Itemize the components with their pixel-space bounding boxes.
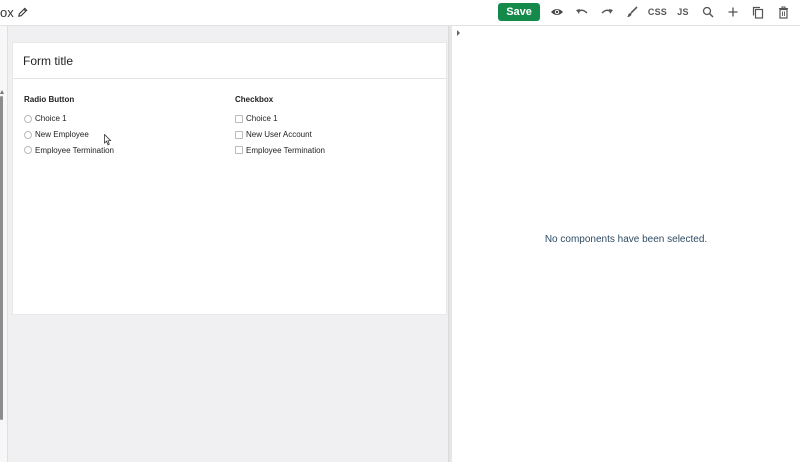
checkbox-option-label: Employee Termination [246, 145, 326, 155]
checkbox-option[interactable]: Employee Termination [235, 143, 325, 159]
checkbox-square-icon[interactable] [235, 146, 243, 155]
search-icon[interactable] [697, 3, 719, 21]
edit-icon[interactable] [17, 7, 28, 18]
form-title[interactable]: Form title [23, 54, 73, 68]
radio-option[interactable]: Employee Termination [24, 143, 114, 159]
checkbox-square-icon[interactable] [235, 130, 243, 139]
copy-icon[interactable] [747, 3, 769, 21]
radio-option-label: Employee Termination [35, 145, 115, 155]
radio-circle-icon[interactable] [24, 130, 32, 139]
plus-icon[interactable] [722, 3, 744, 21]
checkbox-square-icon[interactable] [235, 114, 243, 123]
radio-option[interactable]: Choice 1 [24, 111, 114, 127]
checkbox-option-label: New User Account [246, 130, 312, 140]
css-button[interactable]: CSS [646, 3, 669, 21]
collapse-panel-caret-icon[interactable] [457, 30, 460, 36]
js-button[interactable]: JS [672, 3, 694, 21]
undo-icon[interactable] [571, 3, 593, 21]
action-toolbar: Save CSS JS [498, 3, 794, 21]
top-toolbar: ox Save CSS JS [0, 0, 800, 26]
checkbox-group-heading: Checkbox [235, 95, 274, 104]
form-header: Form title [13, 43, 446, 79]
redo-icon[interactable] [596, 3, 618, 21]
brush-icon[interactable] [621, 3, 643, 21]
trash-icon[interactable] [772, 3, 794, 21]
radio-circle-icon[interactable] [24, 114, 32, 123]
save-button[interactable]: Save [498, 3, 540, 21]
radio-button-group[interactable]: Radio Button Choice 1 New Employee Emplo… [24, 95, 114, 158]
document-title: ox [0, 5, 14, 20]
checkbox-option[interactable]: Choice 1 [235, 111, 325, 127]
preview-eye-icon[interactable] [546, 3, 568, 21]
radio-option-label: New Employee [35, 130, 89, 140]
vertical-scrollbar[interactable] [0, 96, 3, 420]
radio-option[interactable]: New Employee [24, 127, 114, 143]
empty-selection-message: No components have been selected. [544, 234, 708, 245]
checkbox-option-label: Choice 1 [246, 114, 278, 124]
radio-group-heading: Radio Button [24, 95, 75, 104]
title-area: ox [0, 0, 28, 25]
checkbox-option[interactable]: New User Account [235, 127, 325, 143]
scroll-up-arrow-icon[interactable] [0, 90, 4, 94]
radio-circle-icon[interactable] [24, 146, 32, 155]
mouse-cursor-icon [104, 133, 112, 151]
checkbox-group[interactable]: Checkbox Choice 1 New User Account Emplo… [235, 95, 325, 158]
radio-option-label: Choice 1 [35, 114, 67, 124]
form-canvas[interactable]: Form title Radio Button Choice 1 New Emp… [12, 42, 447, 315]
